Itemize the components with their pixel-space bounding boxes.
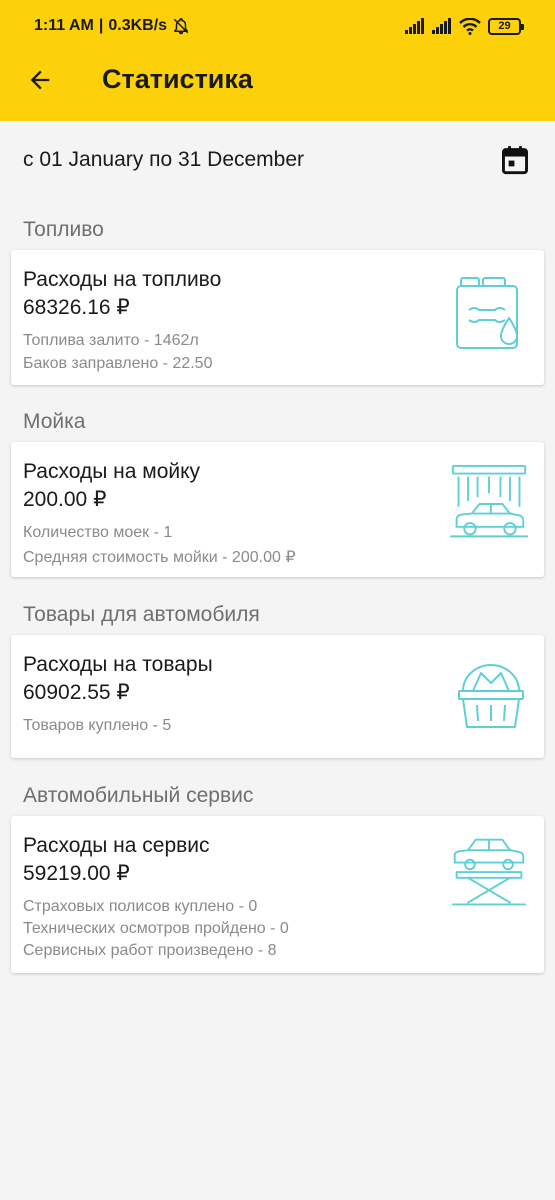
goods-card[interactable]: Расходы на товары 60902.55 ₽ Товаров куп… bbox=[11, 635, 544, 758]
card-amount: 60902.55 ₽ bbox=[23, 681, 130, 704]
card-detail: Сервисных работ произведено - 8 bbox=[23, 942, 277, 959]
back-button[interactable] bbox=[22, 62, 58, 98]
signal-icon bbox=[432, 18, 451, 34]
service-card[interactable]: Расходы на сервис 59219.00 ₽ Страховых п… bbox=[11, 816, 544, 973]
battery-level: 29 bbox=[498, 20, 511, 32]
card-detail: Технических осмотров пройдено - 0 bbox=[23, 920, 289, 937]
date-range-label[interactable]: с 01 January по 31 December bbox=[23, 148, 304, 172]
fuel-canister-icon bbox=[456, 277, 518, 349]
signal-icon bbox=[405, 18, 424, 34]
status-divider: | bbox=[98, 17, 104, 34]
status-bar: 1:11 AM | 0.3KB/s 29 bbox=[0, 0, 555, 52]
card-detail: Количество моек - 1 bbox=[23, 524, 173, 541]
card-amount: 200.00 ₽ bbox=[23, 488, 107, 511]
calendar-icon bbox=[502, 146, 528, 175]
section-title-goods: Товары для автомобиля bbox=[23, 603, 260, 626]
card-title: Расходы на товары bbox=[23, 653, 213, 676]
card-title: Расходы на топливо bbox=[23, 268, 222, 291]
card-amount: 59219.00 ₽ bbox=[23, 862, 130, 885]
card-title: Расходы на сервис bbox=[23, 834, 210, 857]
card-detail: Средняя стоимость мойки - 200.00 ₽ bbox=[23, 549, 296, 566]
card-detail: Топлива залито - 1462л bbox=[23, 332, 199, 349]
car-wash-icon bbox=[449, 464, 529, 538]
wifi-icon bbox=[459, 17, 481, 35]
app-bar: 1:11 AM | 0.3KB/s 29 Статистика bbox=[0, 0, 555, 121]
shopping-basket-icon bbox=[458, 664, 524, 728]
car-lift-icon bbox=[451, 838, 527, 906]
card-detail: Товаров куплено - 5 bbox=[23, 717, 172, 734]
fuel-card[interactable]: Расходы на топливо 68326.16 ₽ Топлива за… bbox=[11, 250, 544, 385]
card-title: Расходы на мойку bbox=[23, 460, 201, 483]
arrow-left-icon bbox=[30, 70, 50, 90]
battery-icon: 29 bbox=[488, 17, 524, 35]
calendar-button[interactable] bbox=[499, 144, 531, 176]
section-title-fuel: Топливо bbox=[23, 218, 104, 241]
bell-off-icon bbox=[173, 18, 189, 35]
section-title-wash: Мойка bbox=[23, 410, 86, 433]
card-detail: Баков заправлено - 22.50 bbox=[23, 355, 213, 372]
network-speed: 0.3KB/s bbox=[108, 17, 168, 34]
page-title: Статистика bbox=[102, 64, 253, 94]
wash-card[interactable]: Расходы на мойку 200.00 ₽ Количество мое… bbox=[11, 442, 544, 577]
status-time: 1:11 AM bbox=[34, 17, 94, 34]
section-title-service: Автомобильный сервис bbox=[23, 784, 254, 807]
card-detail: Страховых полисов куплено - 0 bbox=[23, 898, 258, 915]
card-amount: 68326.16 ₽ bbox=[23, 296, 130, 319]
